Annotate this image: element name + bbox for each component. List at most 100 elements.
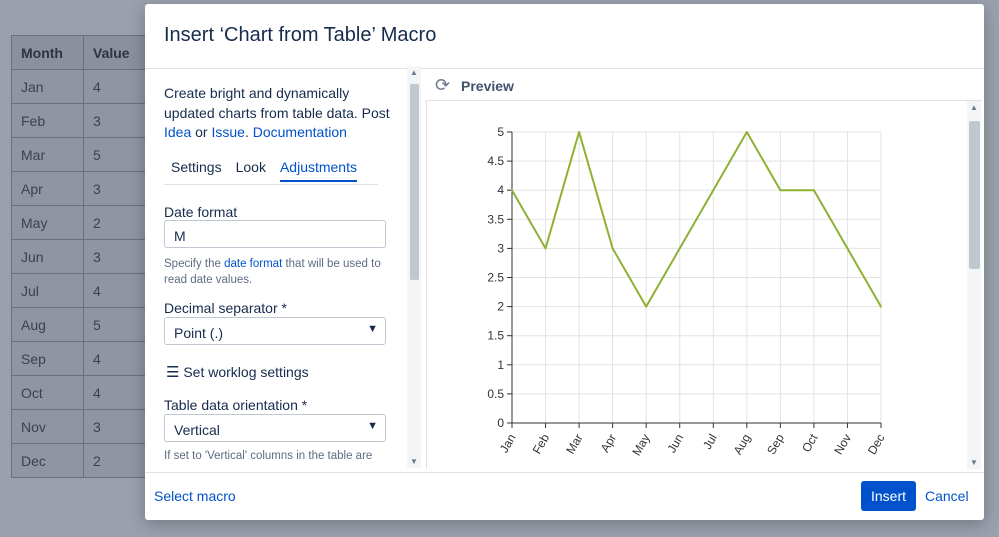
x-tick-label: Jun: [665, 432, 687, 456]
refresh-icon[interactable]: ⟳: [435, 75, 450, 96]
x-tick-label: Sep: [764, 431, 787, 457]
month-cell: Aug: [11, 307, 84, 342]
data-point: [745, 131, 748, 133]
x-tick-label: Aug: [731, 432, 754, 457]
y-tick-label: 5: [497, 125, 504, 139]
x-tick-label: Feb: [530, 431, 553, 456]
month-cell: Feb: [11, 103, 84, 138]
preview-title: Preview: [461, 78, 514, 94]
date-format-help: Specify the date format that will be use…: [164, 256, 390, 288]
issue-link[interactable]: Issue: [211, 124, 244, 140]
y-tick-label: 2: [497, 300, 504, 314]
date-format-value: M: [174, 228, 186, 244]
data-point: [578, 131, 581, 133]
table-row: Apr 3: [11, 171, 156, 206]
y-tick-label: 4: [497, 183, 504, 197]
y-tick-label: 3.5: [487, 212, 504, 226]
dropdown-caret-icon: ▼: [367, 323, 378, 335]
x-tick-label: Nov: [831, 432, 854, 457]
background-table-header: Month Value: [11, 35, 156, 70]
macro-dialog: Insert ‘Chart from Table’ Macro Create b…: [145, 4, 984, 520]
tab-look[interactable]: Look: [236, 159, 266, 182]
tab-settings[interactable]: Settings: [171, 159, 222, 182]
table-orientation-select[interactable]: Vertical ▼: [164, 414, 386, 442]
data-point: [645, 305, 648, 308]
date-format-help-link[interactable]: date format: [224, 258, 282, 270]
table-row: Mar 5: [11, 137, 156, 172]
y-tick-label: 2.5: [487, 271, 504, 285]
documentation-link[interactable]: Documentation: [253, 124, 347, 140]
decimal-separator-label: Decimal separator *: [164, 300, 287, 316]
x-tick-label: Jan: [497, 432, 519, 456]
x-tick-label: Jul: [700, 432, 720, 452]
dialog-title: Insert ‘Chart from Table’ Macro: [164, 24, 437, 46]
preview-header: ⟳ Preview: [426, 72, 982, 101]
data-point: [779, 189, 782, 192]
decimal-separator-value: Point (.): [174, 325, 224, 341]
table-row: Sep 4: [11, 341, 156, 376]
dot-text: .: [244, 124, 253, 140]
table-row: Nov 3: [11, 409, 156, 444]
header-divider: [145, 68, 984, 69]
y-tick-label: 1: [497, 358, 504, 372]
tabs-divider: [164, 184, 378, 185]
or-text: or: [191, 124, 212, 140]
table-row: Aug 5: [11, 307, 156, 342]
settings-panel: Create bright and dynamically updated ch…: [164, 84, 390, 462]
header-month: Month: [11, 35, 84, 70]
background-table-body: Jan 4 Feb 3 Mar 5 Apr 3 May 2 Jun 3 Jul 4 Aug 5 Sep 4 Oct 4…: [11, 69, 156, 478]
date-format-input[interactable]: M: [164, 220, 386, 248]
data-point: [678, 247, 681, 250]
x-tick-label: Oct: [799, 431, 821, 455]
table-row: Dec 2: [11, 443, 156, 478]
preview-scrollbar[interactable]: ▲ ▼: [967, 101, 981, 469]
insert-button[interactable]: Insert: [861, 481, 916, 511]
data-point: [511, 189, 513, 192]
x-tick-label: May: [629, 432, 652, 459]
data-point: [712, 189, 715, 192]
worklog-settings-toggle[interactable]: ☰ Set worklog settings: [166, 363, 309, 381]
scroll-up-icon[interactable]: ▲: [410, 68, 418, 77]
month-cell: Dec: [11, 443, 84, 478]
x-tick-label: Dec: [865, 432, 888, 457]
select-macro-link[interactable]: Select macro: [154, 488, 236, 504]
data-point: [880, 305, 882, 308]
y-tick-label: 1.5: [487, 329, 504, 343]
cancel-button[interactable]: Cancel: [925, 488, 969, 504]
month-cell: May: [11, 205, 84, 240]
month-cell: Jun: [11, 239, 84, 274]
table-orientation-help: If set to 'Vertical' columns in the tabl…: [164, 450, 373, 462]
y-tick-label: 4.5: [487, 154, 504, 168]
date-format-help-pre: Specify the: [164, 258, 225, 270]
decimal-separator-select[interactable]: Point (.) ▼: [164, 317, 386, 345]
dropdown-caret-icon: ▼: [367, 420, 378, 432]
y-tick-label: 0.5: [487, 387, 504, 401]
background-table: Month Value Jan 4 Feb 3 Mar 5 Apr 3 May 2 Jun 3 Jul 4…: [11, 35, 156, 478]
month-cell: Oct: [11, 375, 84, 410]
tab-bar: Settings Look Adjustments: [171, 159, 371, 182]
scrollbar-thumb[interactable]: [410, 84, 419, 280]
scrollbar-thumb[interactable]: [969, 121, 980, 269]
chart-preview: 0 0.5 1 1.5 2 2.5 3 3.5 4 4.5 5 Jan Feb Mar Apr May Jun J…: [426, 101, 983, 469]
idea-link[interactable]: Idea: [164, 124, 191, 140]
line-chart: 0 0.5 1 1.5 2 2.5 3 3.5 4 4.5 5 Jan Feb Mar Apr May Jun J…: [487, 125, 888, 459]
table-orientation-label: Table data orientation *: [164, 397, 308, 413]
table-orientation-value: Vertical: [174, 422, 220, 438]
y-tick-label: 3: [497, 241, 504, 255]
table-row: Feb 3: [11, 103, 156, 138]
scroll-down-icon[interactable]: ▼: [410, 457, 418, 466]
data-point: [611, 247, 614, 250]
scroll-up-icon[interactable]: ▲: [970, 103, 978, 112]
table-row: May 2: [11, 205, 156, 240]
month-cell: Apr: [11, 171, 84, 206]
month-cell: Mar: [11, 137, 84, 172]
x-tick-label: Mar: [563, 432, 585, 457]
month-cell: Jan: [11, 69, 84, 104]
settings-scrollbar[interactable]: ▲ ▼: [407, 66, 421, 468]
tab-adjustments[interactable]: Adjustments: [279, 159, 357, 182]
month-cell: Jul: [11, 273, 84, 308]
data-point: [544, 247, 547, 250]
data-point: [812, 189, 815, 192]
worklog-settings-label: Set worklog settings: [183, 364, 309, 380]
scroll-down-icon[interactable]: ▼: [970, 458, 978, 467]
